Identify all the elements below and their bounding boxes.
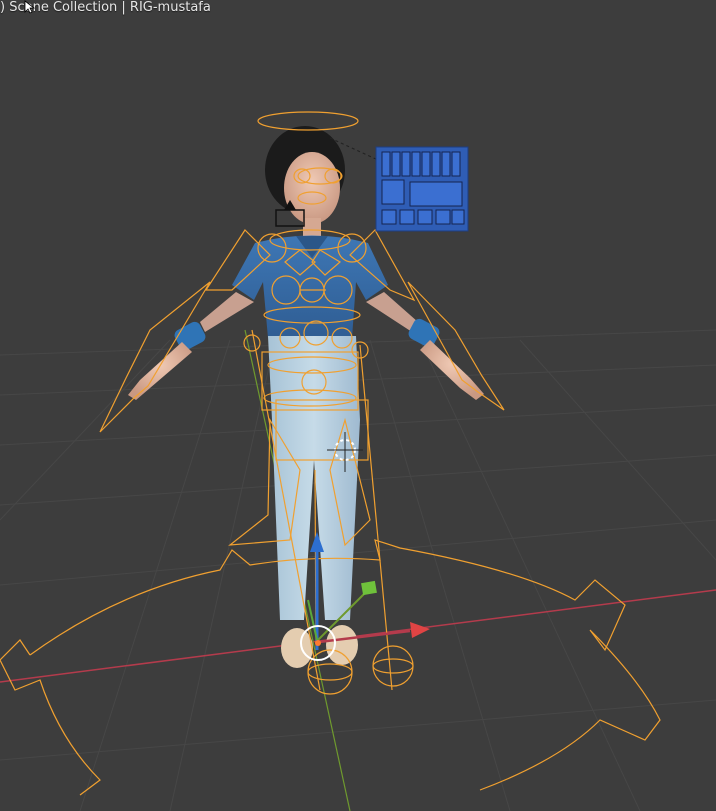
mouse-pointer-icon [24,0,36,14]
x-axis-line [0,589,716,683]
3d-viewport[interactable]: ) Scene Collection | RIG-mustafa [0,0,716,811]
face-control-panel[interactable] [329,137,469,232]
viewport-scene[interactable] [0,0,716,811]
transform-gizmo[interactable] [300,532,430,661]
gizmo-z-arrow-icon[interactable] [310,532,324,650]
